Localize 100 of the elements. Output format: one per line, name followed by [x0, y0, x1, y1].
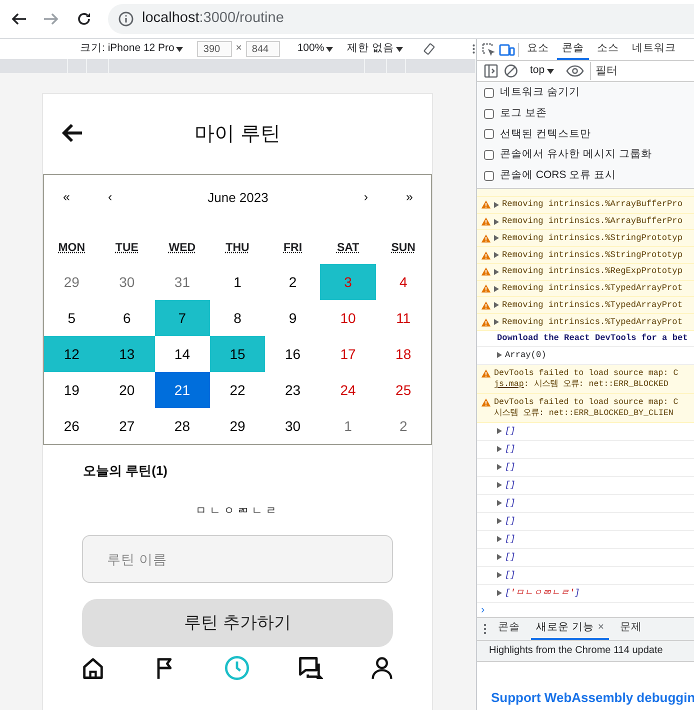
- drawer-tab[interactable]: 문제: [615, 618, 648, 640]
- reload-icon[interactable]: [76, 11, 92, 27]
- calendar-day[interactable]: 30: [99, 264, 155, 300]
- height-field[interactable]: 844: [246, 41, 280, 57]
- chat-icon[interactable]: [296, 655, 323, 681]
- expand-arrow-icon[interactable]: [497, 518, 502, 524]
- routine-item[interactable]: ㅁㄴㅇㄻㄴㄹ: [43, 502, 432, 519]
- expand-arrow-icon[interactable]: [497, 428, 502, 434]
- expand-arrow-icon[interactable]: [494, 235, 499, 242]
- address-bar[interactable]: localhost:3000/routine: [108, 4, 694, 34]
- calendar-day[interactable]: 20: [99, 372, 155, 408]
- expand-arrow-icon[interactable]: [497, 464, 502, 470]
- calendar-day[interactable]: 26: [44, 408, 100, 444]
- calendar-day[interactable]: 10: [320, 300, 376, 336]
- expand-arrow-icon[interactable]: [497, 554, 502, 560]
- calendar-day[interactable]: 5: [44, 300, 100, 336]
- width-field[interactable]: 390: [197, 41, 232, 57]
- checkbox[interactable]: [484, 108, 494, 119]
- calendar-day[interactable]: 28: [154, 408, 210, 444]
- expand-arrow-icon[interactable]: [494, 302, 499, 308]
- add-routine-button[interactable]: 루틴 추가하기: [82, 599, 393, 647]
- back-icon[interactable]: [11, 11, 27, 27]
- expand-arrow-icon[interactable]: [494, 268, 499, 275]
- expand-arrow-icon[interactable]: [494, 202, 499, 208]
- devtools-tab[interactable]: 네트워크: [627, 39, 681, 60]
- feature-link[interactable]: Support WebAssembly debuggin: [491, 688, 694, 708]
- routine-name-field[interactable]: 루틴 이름: [82, 535, 393, 583]
- console-message: Removing intrinsics.%StringPrototyp: [502, 232, 682, 245]
- calendar-day[interactable]: 2: [376, 408, 431, 444]
- calendar-day[interactable]: 1: [210, 264, 266, 300]
- devtools-tab[interactable]: 요소: [522, 39, 554, 60]
- calendar-day[interactable]: 18: [376, 336, 431, 372]
- month-label[interactable]: June 2023: [208, 188, 268, 208]
- devtools-tab[interactable]: 소스: [592, 39, 624, 60]
- next-month-button[interactable]: ›: [364, 188, 368, 208]
- rotate-icon[interactable]: [423, 42, 436, 56]
- expand-arrow-icon[interactable]: [494, 319, 499, 326]
- source-map-link[interactable]: js.map: [494, 380, 524, 389]
- sidebar-icon[interactable]: [484, 64, 498, 78]
- console-message: Download the React DevTools for a bet: [497, 332, 688, 345]
- calendar-day[interactable]: 24: [320, 372, 376, 408]
- device-toggle-icon[interactable]: [499, 42, 515, 56]
- calendar-day[interactable]: 23: [265, 372, 320, 408]
- calendar-day[interactable]: 29: [210, 408, 266, 444]
- expand-arrow-icon[interactable]: [497, 352, 502, 358]
- calendar-day[interactable]: 14: [154, 336, 210, 372]
- calendar-day[interactable]: 29: [44, 264, 100, 300]
- calendar-day[interactable]: 27: [99, 408, 155, 444]
- eye-icon[interactable]: [566, 65, 584, 77]
- calendar-day[interactable]: 19: [44, 372, 100, 408]
- info-icon[interactable]: [118, 11, 134, 27]
- throttle-dropdown[interactable]: 제한 없음: [347, 41, 404, 57]
- calendar-day[interactable]: 30: [265, 408, 320, 444]
- calendar-day[interactable]: 8: [210, 300, 266, 336]
- calendar-day[interactable]: 4: [376, 264, 431, 300]
- back-arrow-icon[interactable]: [61, 123, 83, 143]
- prev-year-button[interactable]: «: [63, 188, 70, 208]
- calendar-day[interactable]: 1: [320, 408, 376, 444]
- checkbox[interactable]: [484, 129, 494, 140]
- expand-arrow-icon[interactable]: [497, 536, 502, 542]
- calendar-day[interactable]: 22: [210, 372, 266, 408]
- console-prompt[interactable]: ›: [477, 602, 694, 617]
- checkbox[interactable]: [484, 88, 494, 98]
- device-size-dropdown[interactable]: 크기: iPhone 12 Pro: [80, 41, 184, 57]
- checkbox[interactable]: [484, 150, 494, 160]
- expand-arrow-icon[interactable]: [497, 500, 502, 506]
- calendar-day[interactable]: 15: [210, 336, 266, 372]
- calendar-day[interactable]: 2: [265, 264, 320, 300]
- expand-arrow-icon[interactable]: [494, 286, 499, 292]
- expand-arrow-icon[interactable]: [497, 590, 502, 596]
- calendar-day[interactable]: 11: [376, 300, 431, 336]
- calendar-day[interactable]: 25: [376, 372, 431, 408]
- forward-icon[interactable]: [43, 11, 59, 27]
- calendar-day[interactable]: 21: [154, 372, 210, 408]
- more-icon[interactable]: [472, 43, 476, 55]
- calendar-day[interactable]: 9: [265, 300, 320, 336]
- prev-month-button[interactable]: ‹: [108, 188, 112, 208]
- close-icon[interactable]: ×: [598, 621, 604, 634]
- more-icon[interactable]: [483, 622, 487, 635]
- checkbox[interactable]: [484, 170, 494, 181]
- calendar-day[interactable]: 13: [99, 336, 155, 372]
- expand-arrow-icon[interactable]: [497, 482, 502, 488]
- clear-icon[interactable]: [504, 64, 518, 78]
- calendar-day[interactable]: 31: [154, 264, 210, 300]
- calendar-day[interactable]: 12: [44, 336, 100, 372]
- expand-arrow-icon[interactable]: [497, 572, 502, 578]
- devtools-tab[interactable]: 콘솔: [557, 39, 589, 60]
- next-year-button[interactable]: »: [406, 188, 413, 208]
- calendar-day[interactable]: 17: [320, 336, 376, 372]
- expand-arrow-icon[interactable]: [497, 446, 502, 452]
- zoom-dropdown[interactable]: 100%: [297, 41, 334, 57]
- context-dropdown[interactable]: top: [530, 63, 554, 79]
- expand-arrow-icon[interactable]: [494, 218, 499, 225]
- calendar-day[interactable]: 16: [265, 336, 320, 372]
- person-icon[interactable]: [368, 655, 395, 681]
- drawer-tab[interactable]: 콘솔: [493, 618, 525, 640]
- calendar-day[interactable]: 6: [99, 300, 155, 336]
- expand-arrow-icon[interactable]: [494, 252, 499, 258]
- inspect-icon[interactable]: [482, 42, 496, 56]
- calendar-day[interactable]: 7: [154, 300, 210, 336]
